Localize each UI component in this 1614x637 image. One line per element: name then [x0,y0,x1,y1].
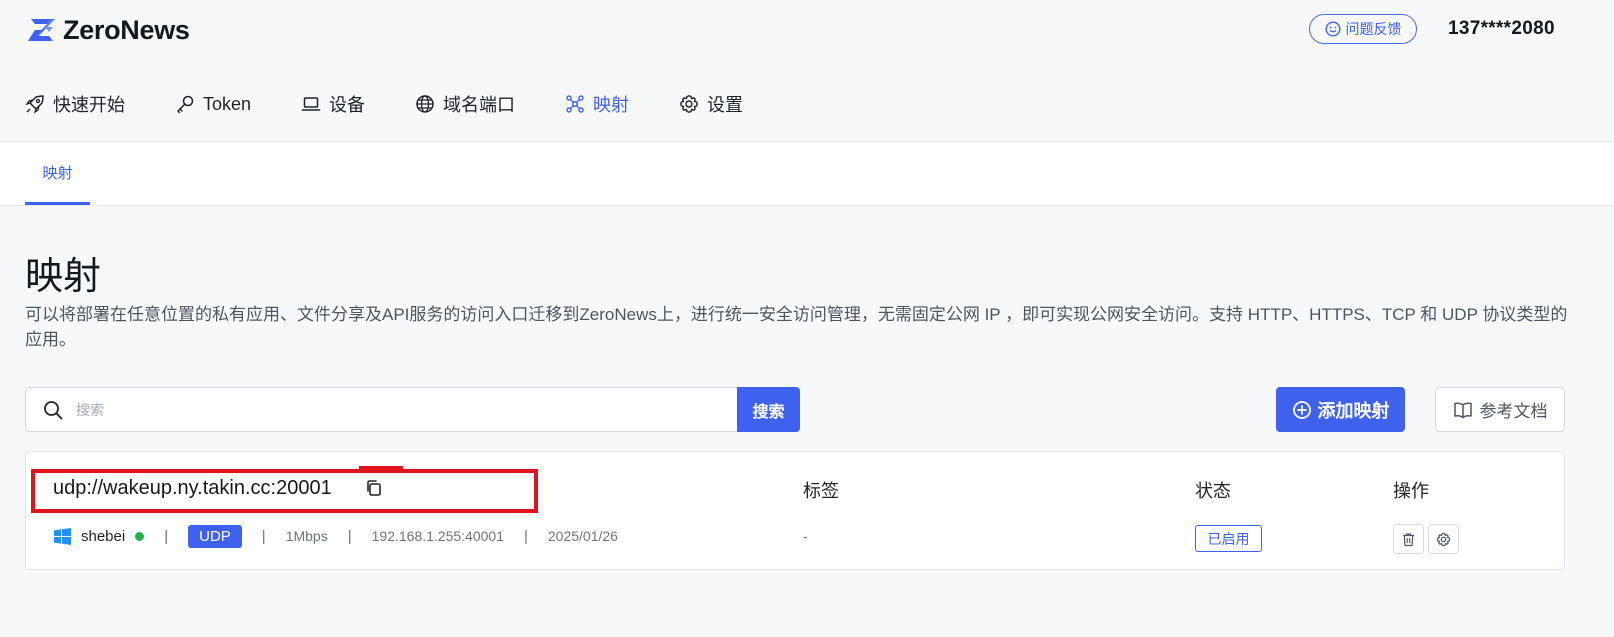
search-button[interactable]: 搜索 [737,387,800,432]
feedback-button[interactable]: 问题反馈 [1309,14,1417,44]
zeronews-logo-icon [28,19,55,41]
device-name[interactable]: shebei [81,528,125,545]
status-badge: 已启用 [1195,525,1262,552]
nav-item-domain-port[interactable]: 域名端口 [415,88,515,120]
feedback-label: 问题反馈 [1345,21,1402,37]
sub-tab-bar: 映射 [0,142,1614,206]
nav-item-mapping[interactable]: 映射 [565,88,629,120]
search-bar: 搜索 [25,387,800,432]
main-nav: 快速开始 Token 设备 域名端口 映射 设置 [25,88,793,120]
search-icon [44,400,63,419]
mapping-meta-row: shebei | UDP | 1Mbps | 192.168.1.255:400… [54,520,618,552]
page-title: 映射 [25,256,102,298]
add-mapping-label: 添加映射 [1317,400,1390,421]
online-status-dot [135,531,145,541]
page-description: 可以将部署在任意位置的私有应用、文件分享及API服务的访问入口迁移到ZeroNe… [25,305,1568,349]
protocol-badge: UDP [188,524,242,548]
gear-icon [1436,532,1451,546]
column-header-operations: 操作 [1393,481,1429,501]
globe-icon [416,95,434,113]
laptop-icon [301,97,321,111]
mapping-card: udp://wakeup.ny.takin.cc:20001 标签 状态 操作 … [25,451,1565,570]
column-header-tags: 标签 [803,481,839,501]
network-icon [566,95,584,113]
target-address: 192.168.1.255:40001 [371,528,504,544]
key-icon [177,95,194,114]
created-date: 2025/01/26 [547,528,618,544]
windows-icon [54,527,71,545]
delete-button[interactable] [1393,524,1424,554]
highlight-annotation-tick [359,466,403,470]
brand-logo[interactable]: ZeroNews [25,14,190,46]
brand-name: ZeroNews [63,14,190,45]
column-header-status: 状态 [1195,481,1231,501]
divider: | [523,527,528,545]
docs-label: 参考文档 [1479,402,1548,421]
book-icon [1453,402,1472,418]
plus-circle-icon [1292,400,1311,419]
nav-label: 映射 [593,95,630,115]
nav-label: Token [203,93,252,114]
docs-button[interactable]: 参考文档 [1435,387,1565,432]
nav-label: 域名端口 [443,95,516,115]
settings-button[interactable] [1428,524,1459,554]
divider: | [164,527,169,545]
copy-icon[interactable] [364,478,384,498]
divider: | [261,527,266,545]
nav-item-devices[interactable]: 设备 [301,88,365,120]
tags-value: - [803,528,808,544]
divider: | [347,527,352,545]
nav-label: 设置 [707,95,744,115]
tab-mapping[interactable]: 映射 [25,142,90,205]
mapping-address: udp://wakeup.ny.takin.cc:20001 [53,477,332,499]
nav-label: 设备 [329,95,366,115]
nav-item-token[interactable]: Token [175,88,251,120]
bandwidth-value: 1Mbps [285,528,328,544]
trash-icon [1403,532,1414,546]
rocket-icon [25,95,44,114]
smile-icon [1324,21,1341,37]
top-bar: ZeroNews 问题反馈 137****2080 快速开始 Token 设备 … [0,0,1614,142]
gear-icon [680,95,698,113]
nav-item-quickstart[interactable]: 快速开始 [25,88,125,120]
search-input[interactable] [64,388,737,431]
add-mapping-button[interactable]: 添加映射 [1276,387,1405,432]
nav-item-settings[interactable]: 设置 [679,88,743,120]
user-account[interactable]: 137****2080 [1448,18,1555,40]
nav-label: 快速开始 [53,95,125,115]
